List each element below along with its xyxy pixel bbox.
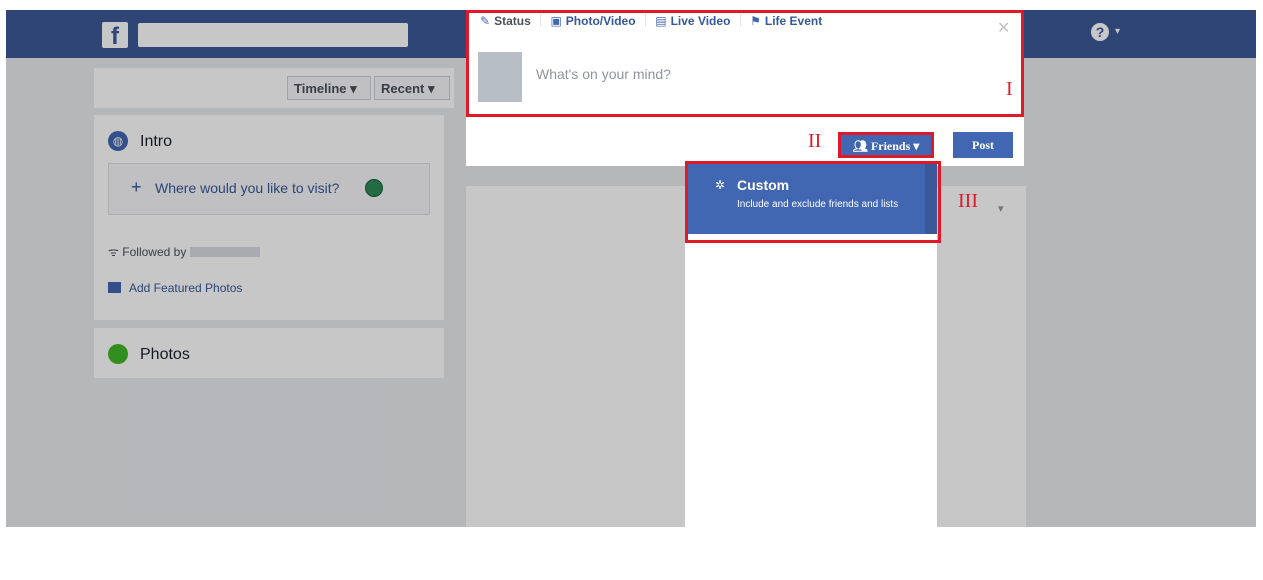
annotation-box-I <box>466 10 1024 117</box>
annotation-box-III <box>685 161 941 243</box>
annotation-label-II: II <box>808 130 822 152</box>
annotation-label-I: I <box>1006 78 1013 100</box>
friends-icon: 👥︎ <box>852 139 871 153</box>
post-composer: ✎ Status ▣ Photo/Video ▤ Live Video ⚑ Life E… <box>466 10 1024 166</box>
audience-selector-button[interactable]: 👥︎ Friends ▾ <box>838 132 934 158</box>
post-button[interactable]: Post <box>953 132 1013 158</box>
composer-footer: II 👥︎ Friends ▾ Post <box>466 117 1024 166</box>
annotation-label-III: III <box>958 190 978 212</box>
audience-selector-label[interactable]: Friends ▾ <box>871 139 919 153</box>
